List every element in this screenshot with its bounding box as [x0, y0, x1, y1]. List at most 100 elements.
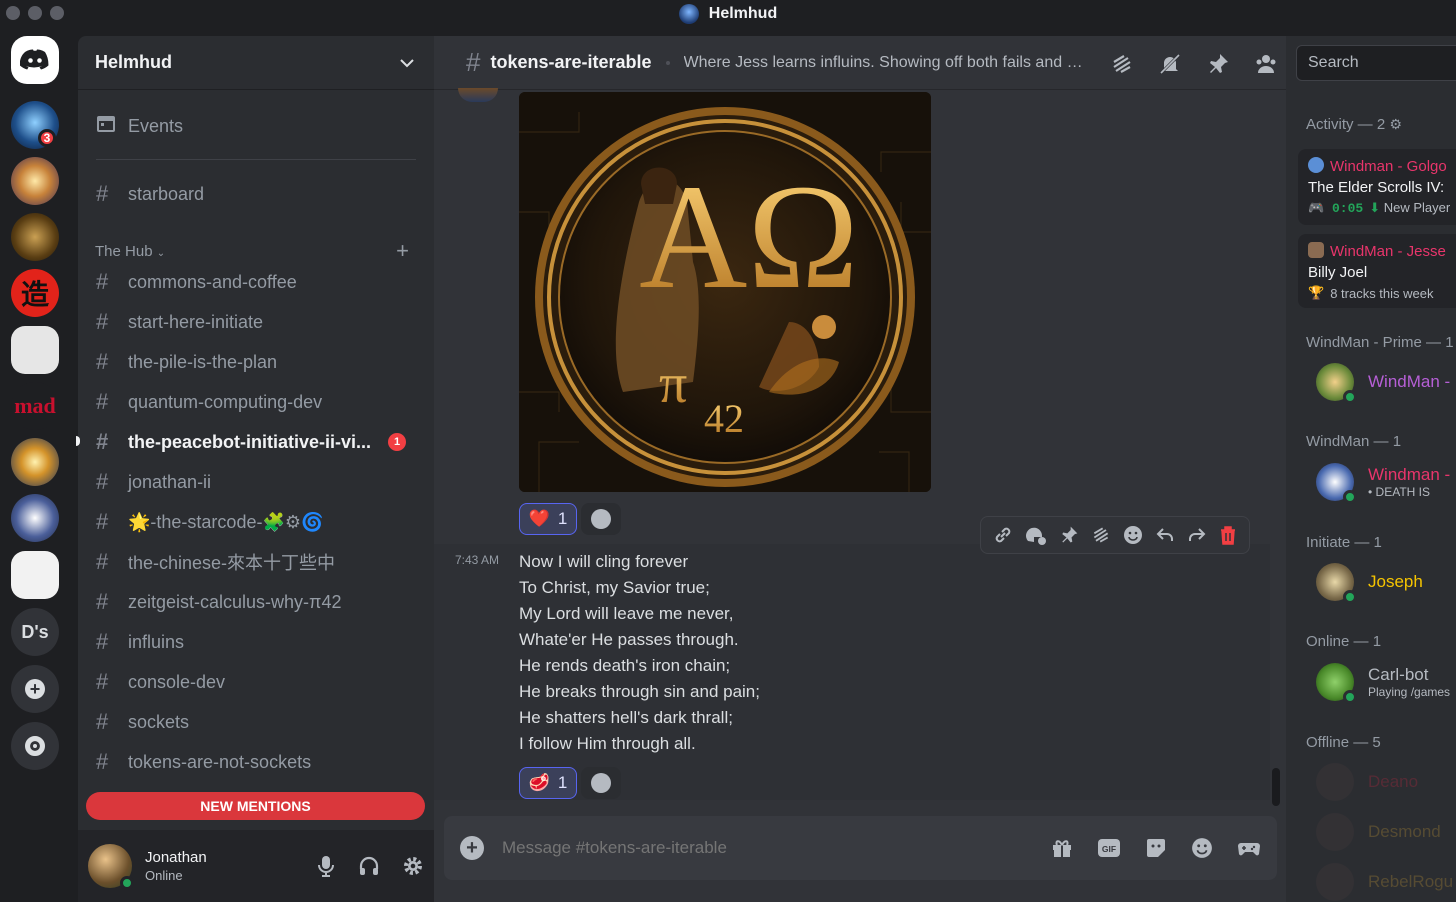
- add-reaction-button[interactable]: [581, 767, 621, 799]
- member-avatar: [1316, 813, 1354, 851]
- hash-icon: #: [96, 269, 109, 294]
- member-item[interactable]: RebelRogu: [1316, 862, 1456, 902]
- microphone-icon[interactable]: [316, 855, 336, 877]
- heart-reaction[interactable]: ❤️ 1: [519, 503, 577, 535]
- hash-icon: #: [96, 709, 109, 734]
- delete-icon[interactable]: [1219, 525, 1237, 545]
- message-line: To Christ, my Savior true;: [519, 578, 710, 597]
- channel-item[interactable]: # tokens-are-not-sockets: [94, 744, 420, 780]
- activity-card[interactable]: Windman - Golgo The Elder Scrolls IV: 🎮 …: [1298, 149, 1456, 225]
- member-item[interactable]: Joseph: [1316, 562, 1456, 604]
- message-image[interactable]: AΩ π 42: [519, 92, 931, 492]
- member-item[interactable]: Deano: [1316, 762, 1456, 802]
- reaction-count: 1: [557, 773, 568, 792]
- zoom-window-button[interactable]: [50, 6, 64, 20]
- add-server-button[interactable]: +: [11, 665, 59, 713]
- pin-icon[interactable]: [1206, 52, 1230, 76]
- events-link[interactable]: Events: [94, 108, 420, 144]
- activity-card[interactable]: WindMan - Jesse Billy Joel 🏆 8 tracks thi…: [1298, 234, 1456, 308]
- copy-link-icon[interactable]: [993, 525, 1013, 545]
- channel-item[interactable]: # console-dev: [94, 664, 420, 700]
- channel-item[interactable]: # the-peacebot-initiative-ii-vi... 1: [76, 424, 420, 460]
- forward-icon[interactable]: [1187, 525, 1207, 545]
- threads-icon[interactable]: [1110, 52, 1134, 76]
- bell-muted-icon[interactable]: [1158, 52, 1182, 76]
- server-kanji[interactable]: 造: [11, 269, 59, 317]
- explore-button[interactable]: [11, 722, 59, 770]
- steak-reaction[interactable]: 🥩 1: [519, 767, 577, 799]
- server-badge: 3: [38, 129, 56, 147]
- hash-icon: #: [96, 669, 109, 694]
- reply-icon[interactable]: [1155, 525, 1175, 545]
- user-icon: [1308, 157, 1324, 173]
- server-radiant[interactable]: [11, 438, 59, 486]
- author-avatar[interactable]: [458, 88, 498, 102]
- message-actions-toolbar: [980, 516, 1250, 554]
- add-reaction-button[interactable]: [581, 503, 621, 535]
- channel-label: starboard: [128, 183, 205, 204]
- channel-item[interactable]: # 🌟-the-starcode-🧩⚙🌀: [94, 504, 420, 540]
- member-list-icon[interactable]: [1254, 52, 1278, 76]
- server-mad[interactable]: mad: [11, 382, 59, 430]
- member-item[interactable]: WindMan -: [1316, 362, 1456, 404]
- status-dot: [1343, 390, 1357, 404]
- channel-topic[interactable]: Where Jess learns influins. Showing off …: [684, 54, 1084, 72]
- activity-title: WindMan - Jesse: [1330, 243, 1446, 260]
- scrollbar-thumb[interactable]: [1272, 768, 1280, 806]
- hash-icon: #: [96, 589, 109, 614]
- server-castle[interactable]: [11, 494, 59, 542]
- attach-plus-icon[interactable]: +: [460, 836, 484, 860]
- channel-item[interactable]: # start-here-initiate: [94, 304, 420, 340]
- server-signature[interactable]: [11, 326, 59, 374]
- member-item[interactable]: Desmond: [1316, 812, 1456, 852]
- add-channel-icon[interactable]: +: [396, 238, 409, 264]
- channel-item[interactable]: # commons-and-coffee: [94, 264, 420, 300]
- sticker-icon[interactable]: [1145, 837, 1167, 859]
- add-sticker-icon[interactable]: [1025, 525, 1047, 545]
- server-ds[interactable]: D's: [11, 608, 59, 656]
- server-header[interactable]: Helmhud: [78, 36, 434, 90]
- close-window-button[interactable]: [6, 6, 20, 20]
- server-cross[interactable]: [11, 551, 59, 599]
- channel-item[interactable]: # quantum-computing-dev: [94, 384, 420, 420]
- gear-icon[interactable]: [402, 855, 424, 877]
- member-name: Carl-bot: [1368, 665, 1429, 684]
- category-the-hub[interactable]: The Hub ⌄ +: [95, 238, 421, 264]
- add-reaction-icon[interactable]: [1123, 525, 1143, 545]
- headphones-icon[interactable]: [358, 855, 380, 877]
- channel-item[interactable]: # zeitgeist-calculus-why-π42: [94, 584, 420, 620]
- server-seal[interactable]: [11, 213, 59, 261]
- new-mentions-button[interactable]: NEW MENTIONS: [86, 792, 425, 820]
- gamepad-icon[interactable]: [1237, 837, 1261, 859]
- emoji-icon[interactable]: [1191, 837, 1213, 859]
- image-number: 42: [704, 396, 744, 441]
- channel-item[interactable]: # influins: [94, 624, 420, 660]
- channel-item[interactable]: # jonathan-ii: [94, 464, 420, 500]
- member-name: WindMan -: [1368, 372, 1451, 391]
- member-item[interactable]: Windman - • DEATH IS: [1316, 462, 1456, 504]
- search-input[interactable]: Search: [1296, 45, 1456, 81]
- user-avatar[interactable]: [88, 844, 134, 890]
- channel-label: the-chinese-來本十丁些中: [128, 553, 336, 573]
- channel-label: influins: [128, 631, 185, 652]
- window-controls[interactable]: [6, 6, 64, 20]
- channel-starboard[interactable]: # starboard: [94, 176, 420, 212]
- pin-message-icon[interactable]: [1059, 525, 1079, 545]
- member-item[interactable]: Carl-bot Playing /games: [1316, 662, 1456, 704]
- channel-item[interactable]: # the-pile-is-the-plan: [94, 344, 420, 380]
- activity-header: Activity — 2 ⚙: [1306, 116, 1402, 133]
- gift-icon[interactable]: [1051, 837, 1073, 859]
- channel-label: 🌟-the-starcode-🧩⚙🌀: [128, 511, 324, 532]
- server-name: Helmhud: [95, 52, 173, 72]
- gif-icon[interactable]: GIF: [1097, 837, 1121, 859]
- channel-label: quantum-computing-dev: [128, 391, 323, 412]
- channel-item[interactable]: # sockets: [94, 704, 420, 740]
- channel-sidebar: Helmhud Events # starboard The Hub ⌄ + # c…: [76, 36, 434, 902]
- create-thread-icon[interactable]: [1091, 525, 1111, 545]
- hash-icon: #: [96, 309, 109, 334]
- message-input[interactable]: [502, 838, 982, 858]
- home-button[interactable]: [11, 36, 59, 84]
- server-golden[interactable]: [11, 157, 59, 205]
- channel-item[interactable]: # the-chinese-來本十丁些中: [94, 544, 420, 580]
- minimize-window-button[interactable]: [28, 6, 42, 20]
